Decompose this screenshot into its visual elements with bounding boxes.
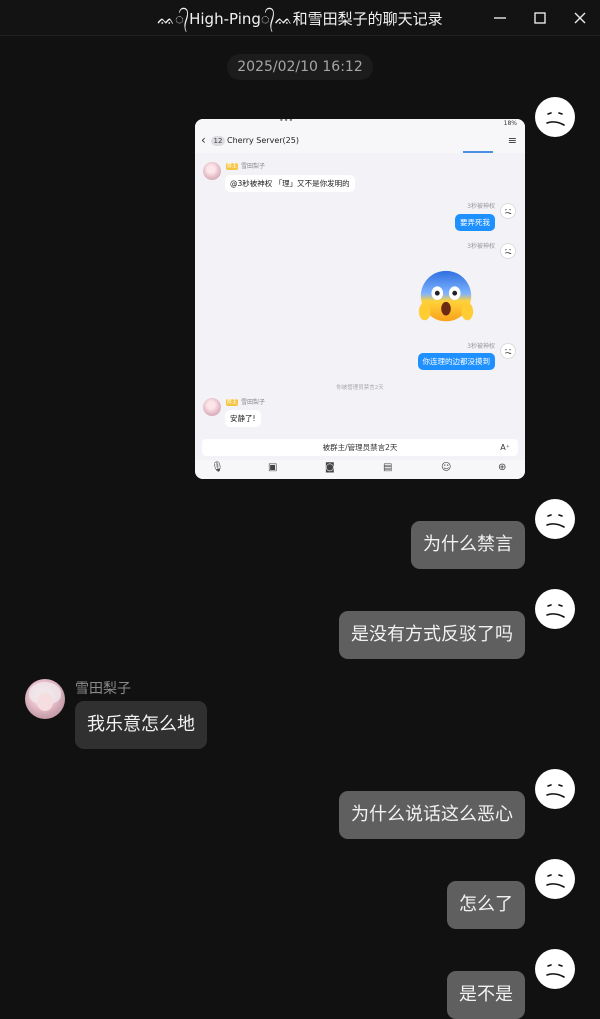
my-avatar[interactable] [535, 589, 575, 629]
contact-name: 雪田梨子 [75, 681, 131, 697]
mini-system-notice: 你被管理员禁言2天 [336, 385, 384, 391]
my-avatar[interactable] [535, 949, 575, 989]
mini-chat-header: ‹ 12 Cherry Server(25) ≡ [195, 129, 525, 153]
close-button[interactable] [570, 8, 590, 28]
mini-sender-name: 3秒被神权 [467, 243, 495, 250]
confused-face-icon [536, 98, 574, 136]
mini-plus-icon: ⊕ [498, 462, 507, 473]
message-bubble-mine[interactable]: 为什么禁言 [411, 521, 525, 569]
mini-header-accent [463, 151, 493, 153]
mini-input-text: 被群主/管理员禁言2天 [322, 443, 398, 452]
mini-status-bar: ••• 18% [195, 119, 525, 129]
maximize-button[interactable] [530, 8, 550, 28]
my-avatar[interactable] [535, 499, 575, 539]
mini-sender-name: 3秒被神权 [467, 343, 495, 350]
mini-owner-badge: 群主 [226, 163, 238, 170]
confused-face-icon [505, 249, 512, 255]
image-message[interactable]: ••• 18% ‹ 12 Cherry Server(25) ≡ 群主 雪田梨子… [195, 119, 525, 479]
confused-face-icon [536, 770, 574, 808]
my-avatar[interactable] [535, 97, 575, 137]
mini-file-icon: ▤ [383, 462, 393, 473]
contact-avatar[interactable] [25, 679, 65, 719]
mini-message-bubble: 要弄死我 [455, 214, 495, 231]
mini-menu-icon: ≡ [507, 134, 517, 147]
message-bubble-contact[interactable]: 我乐意怎么地 [75, 701, 207, 749]
message-bubble-mine[interactable]: 怎么了 [447, 881, 525, 929]
mini-muted-input: 被群主/管理员禁言2天 A⁺ [202, 439, 518, 456]
confused-face-icon [536, 950, 574, 988]
mini-emoji-icon: ☺ [441, 462, 452, 473]
confused-face-icon [536, 500, 574, 538]
mini-dots-icon: ••• [279, 119, 294, 125]
mini-toolbar: 🎙 ▣ ◙ ▤ ☺ ⊕ [195, 460, 525, 479]
mini-owner-badge: 群主 [226, 399, 238, 406]
minimize-button[interactable] [490, 8, 510, 28]
mini-mic-icon: 🎙 [211, 462, 224, 473]
minimize-icon [494, 17, 506, 19]
my-avatar[interactable] [535, 859, 575, 899]
screaming-face-emoji-icon [415, 267, 477, 329]
close-icon [574, 12, 586, 24]
mini-avatar-contact [203, 162, 221, 180]
title-bar: ᨐ᭄High-Ping᭄ᨐ和雪田梨子的聊天记录 [0, 0, 600, 36]
confused-face-icon [505, 349, 512, 355]
mini-message-bubble: @3秒被神权 「理」又不是你发明的 [225, 175, 355, 192]
message-bubble-mine[interactable]: 是没有方式反驳了吗 [339, 611, 525, 659]
message-bubble-mine[interactable]: 是不是 [447, 971, 525, 1019]
mini-sender-name: 雪田梨子 [241, 163, 266, 170]
mini-font-icon: A⁺ [500, 443, 510, 452]
mini-avatar-me [500, 203, 516, 219]
mini-image-icon: ▣ [268, 462, 278, 473]
mini-avatar-me [500, 343, 516, 359]
confused-face-icon [536, 590, 574, 628]
mini-sender-name: 3秒被神权 [467, 203, 495, 210]
mini-group-title: Cherry Server(25) [227, 136, 299, 145]
message-timestamp: 2025/02/10 16:12 [227, 54, 373, 80]
mini-message-bubble: 安静了! [225, 410, 261, 427]
confused-face-icon [505, 209, 512, 215]
message-bubble-mine[interactable]: 为什么说话这么恶心 [339, 791, 525, 839]
maximize-icon [534, 12, 546, 24]
my-avatar[interactable] [535, 769, 575, 809]
mini-avatar-contact [203, 398, 221, 416]
mini-message-bubble: 你连理的边都没摸到 [417, 353, 495, 370]
mini-sender-name: 雪田梨子 [241, 399, 266, 406]
confused-face-icon [536, 860, 574, 898]
mini-battery: 18% [503, 120, 517, 127]
mini-unread-count: 12 [211, 136, 225, 146]
window-title: ᨐ᭄High-Ping᭄ᨐ和雪田梨子的聊天记录 [157, 10, 443, 28]
mini-avatar-me [500, 243, 516, 259]
mini-camera-icon: ◙ [325, 462, 335, 473]
mini-back-icon: ‹ [201, 133, 206, 147]
